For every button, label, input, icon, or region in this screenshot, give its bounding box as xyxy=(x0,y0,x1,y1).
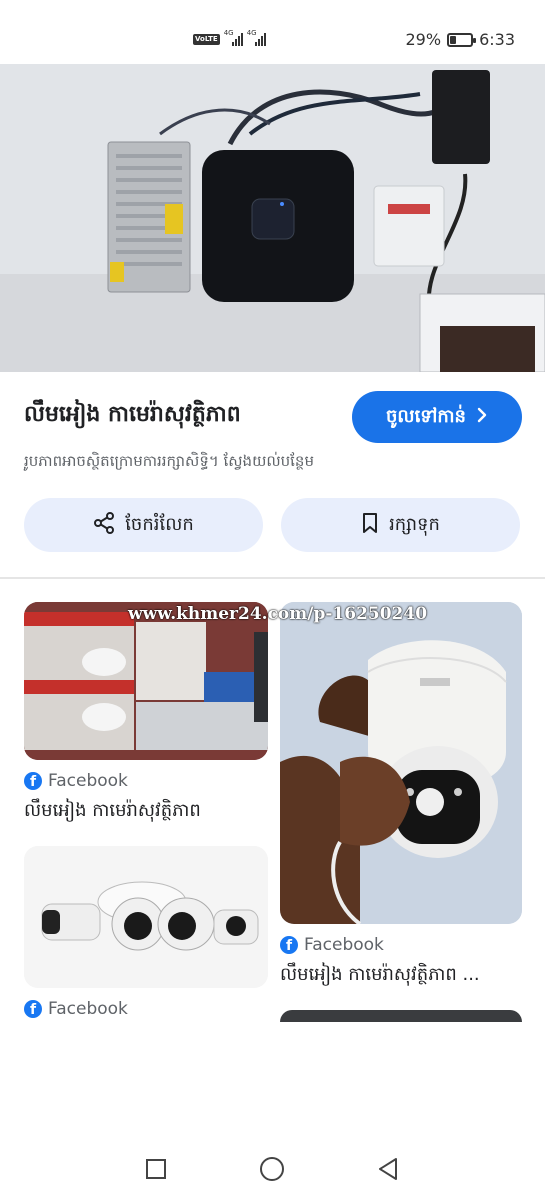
signal-icon: 4G xyxy=(224,29,243,46)
visit-label: ចូលទៅកាន់ xyxy=(386,405,466,427)
result-title: លឹមអៀង កាមេរ៉ាសុវត្ថិភាព xyxy=(24,402,241,427)
related-image-4[interactable] xyxy=(280,1010,522,1022)
battery-percent: 29% xyxy=(405,30,442,49)
share-label: ចែករំលែក xyxy=(125,513,194,535)
recent-apps-icon[interactable] xyxy=(145,1158,167,1184)
related-image-2[interactable] xyxy=(280,602,522,924)
source-label: Facebook xyxy=(304,935,384,955)
watermark: www.khmer24.com/p-16250240 xyxy=(128,604,428,624)
source-facebook-2[interactable]: f Facebook xyxy=(280,935,384,955)
source-label: Facebook xyxy=(48,999,128,1019)
network-indicators: VoLTE 4G 4G xyxy=(193,29,266,46)
source-label: Facebook xyxy=(48,771,128,791)
copyright-notice[interactable]: រូបភាពអាចស្ថិតក្រោមការរក្សាសិទ្ធិ។ ស្វែង… xyxy=(24,452,314,474)
related-title-1[interactable]: លឹមអៀង កាមេរ៉ាសុវត្ថិភាព xyxy=(24,798,268,825)
source-facebook-3[interactable]: f Facebook xyxy=(24,999,128,1019)
related-image-1[interactable] xyxy=(24,602,268,760)
divider xyxy=(0,577,545,579)
facebook-icon: f xyxy=(280,936,298,954)
save-label: រក្សាទុក xyxy=(389,513,440,535)
related-title-2[interactable]: លឹមអៀង កាមេរ៉ាសុវត្ថិភាព ... xyxy=(280,962,522,989)
chevron-right-icon xyxy=(476,407,488,428)
back-icon[interactable] xyxy=(376,1156,400,1186)
share-button[interactable]: ចែករំលែក xyxy=(24,498,263,552)
battery-icon xyxy=(447,32,477,47)
bookmark-icon xyxy=(361,512,379,539)
save-button[interactable]: រក្សាទុក xyxy=(281,498,520,552)
home-icon[interactable] xyxy=(259,1156,285,1186)
related-image-3[interactable] xyxy=(24,846,268,988)
clock: 6:33 xyxy=(479,30,515,49)
volte-badge: VoLTE xyxy=(193,33,220,45)
visit-button[interactable]: ចូលទៅកាន់ xyxy=(352,391,522,443)
share-icon xyxy=(93,511,115,539)
source-facebook-1[interactable]: f Facebook xyxy=(24,771,128,791)
navigation-bar xyxy=(0,1138,545,1200)
status-bar: VoLTE 4G 4G 29% 6:33 xyxy=(0,0,545,64)
facebook-icon: f xyxy=(24,772,42,790)
signal-icon-2: 4G xyxy=(247,29,266,46)
facebook-icon: f xyxy=(24,1000,42,1018)
hero-image[interactable] xyxy=(0,64,545,372)
